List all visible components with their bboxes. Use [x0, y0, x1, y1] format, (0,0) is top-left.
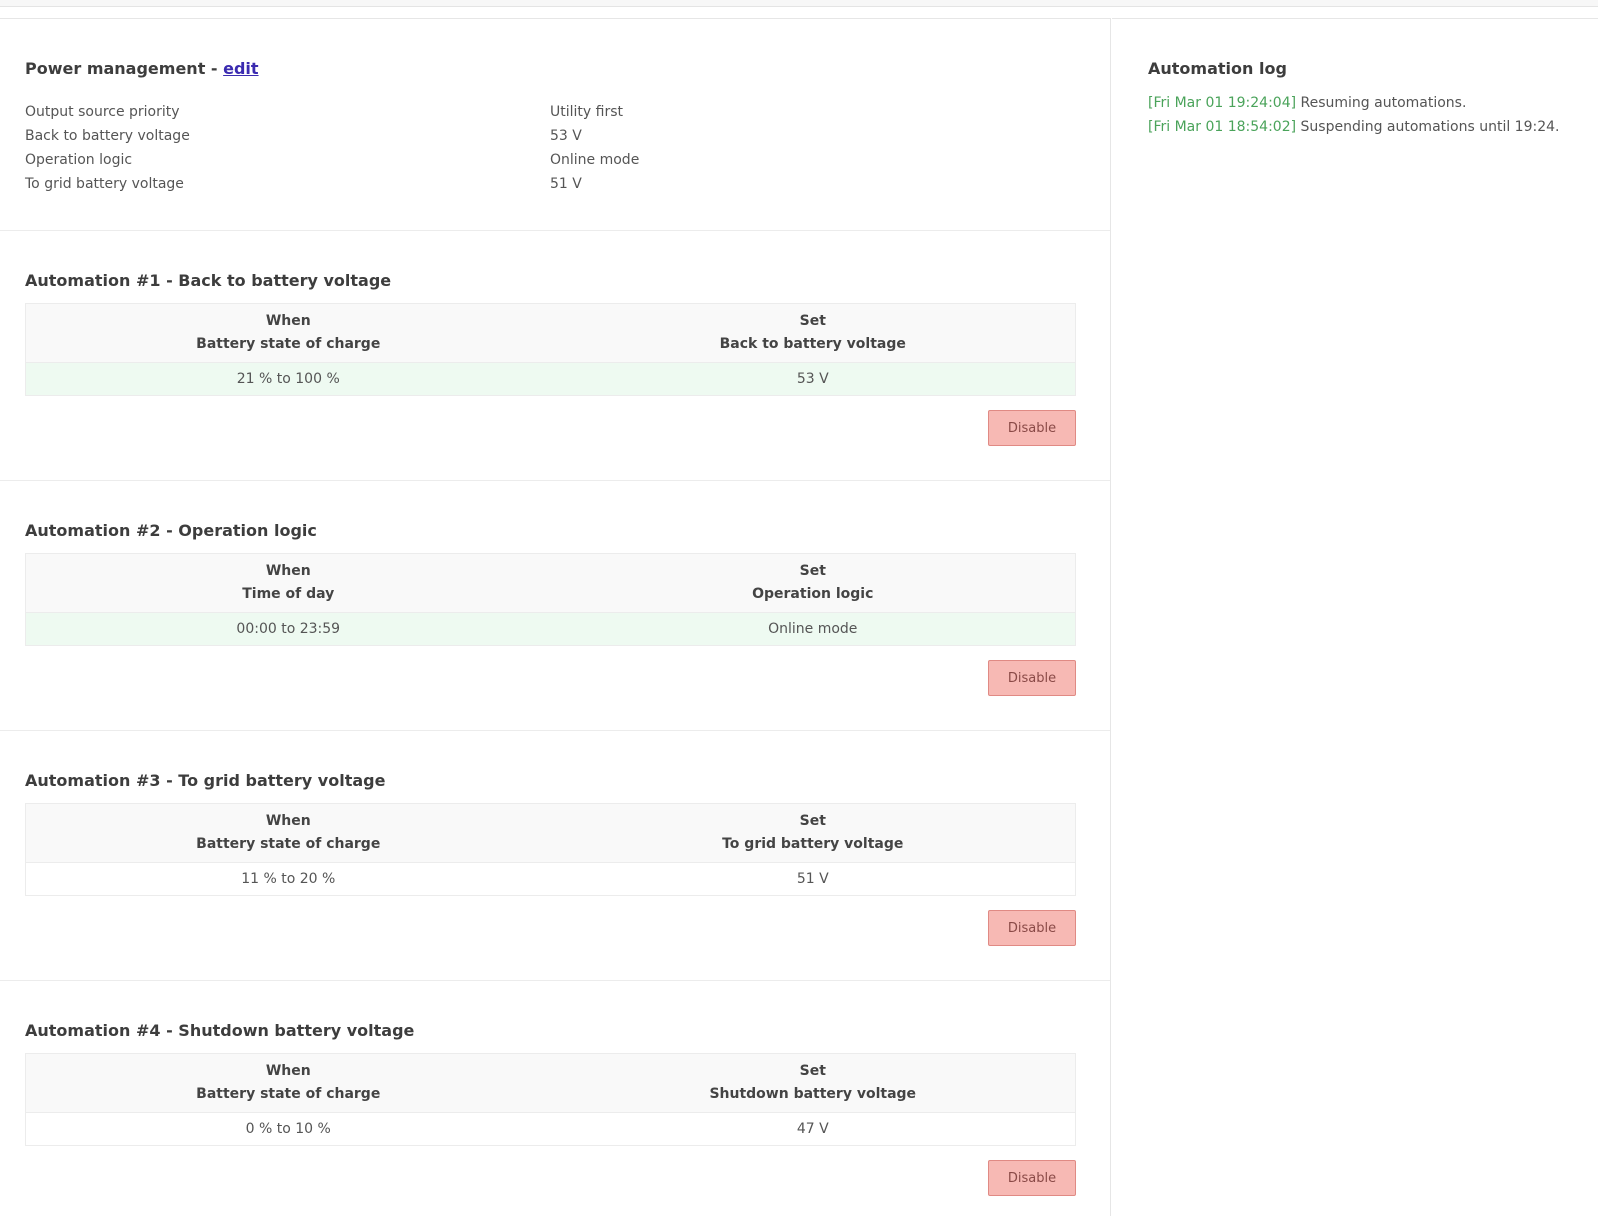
when-header: When Time of day — [25, 553, 551, 613]
set-target: Operation logic — [752, 586, 874, 602]
automation-title: Automation #2 - Operation logic — [25, 521, 317, 540]
log-message: Resuming automations. — [1296, 95, 1467, 111]
automation-title: Automation #1 - Back to battery voltage — [25, 271, 392, 290]
set-target: Back to battery voltage — [719, 336, 906, 352]
power-management-title-text: Power management - — [25, 59, 224, 78]
log-entry: [Fri Mar 01 19:24:04] Resuming automatio… — [1148, 91, 1559, 115]
automation-table: When Battery state of charge Set Back to… — [25, 303, 1076, 396]
set-target: To grid battery voltage — [722, 836, 904, 852]
when-condition: Battery state of charge — [196, 836, 381, 852]
log-entry: [Fri Mar 01 18:54:02] Suspending automat… — [1148, 115, 1559, 139]
set-header: Set Operation logic — [550, 553, 1076, 613]
top-bar — [0, 0, 1598, 7]
when-condition: Time of day — [242, 586, 335, 602]
setting-label: Output source priority — [25, 104, 180, 120]
set-target: Shutdown battery voltage — [709, 1086, 917, 1102]
disable-button[interactable]: Disable — [988, 660, 1076, 696]
automation-panel-4: Automation #4 - Shutdown battery voltage… — [0, 981, 1110, 1217]
setting-value: Utility first — [550, 104, 623, 120]
log-message: Suspending automations until 19:24. — [1296, 119, 1560, 135]
disable-button[interactable]: Disable — [988, 410, 1076, 446]
set-value: 53 V — [550, 362, 1076, 396]
set-label: Set — [799, 813, 826, 829]
set-value: 47 V — [550, 1112, 1076, 1146]
edit-link[interactable]: edit — [223, 59, 258, 78]
automation-log-list: [Fri Mar 01 19:24:04] Resuming automatio… — [1148, 91, 1559, 139]
set-label: Set — [799, 563, 826, 579]
when-value: 00:00 to 23:59 — [25, 612, 551, 646]
automation-log-panel: Automation log [Fri Mar 01 19:24:04] Res… — [1112, 18, 1598, 1216]
set-label: Set — [799, 313, 826, 329]
when-value: 0 % to 10 % — [25, 1112, 551, 1146]
setting-label: Operation logic — [25, 152, 133, 168]
log-timestamp: [Fri Mar 01 18:54:02] — [1148, 119, 1297, 135]
automation-header-row: When Battery state of charge Set Back to… — [25, 303, 1076, 363]
power-settings-list: Output source priority Utility first Bac… — [25, 101, 1075, 197]
disable-button[interactable]: Disable — [988, 910, 1076, 946]
setting-value: Online mode — [550, 152, 640, 168]
power-management-title: Power management - edit — [25, 59, 259, 78]
when-label: When — [265, 1063, 311, 1079]
automation-value-row: 0 % to 10 % 47 V — [25, 1112, 1076, 1146]
automation-value-row: 00:00 to 23:59 Online mode — [25, 612, 1076, 646]
automation-panel-3: Automation #3 - To grid battery voltage … — [0, 731, 1110, 981]
automation-title: Automation #4 - Shutdown battery voltage — [25, 1021, 415, 1040]
setting-label: To grid battery voltage — [25, 176, 184, 192]
setting-row: To grid battery voltage 51 V — [25, 173, 1075, 197]
when-condition: Battery state of charge — [196, 1086, 381, 1102]
set-header: Set To grid battery voltage — [550, 803, 1076, 863]
setting-row: Operation logic Online mode — [25, 149, 1075, 173]
setting-label: Back to battery voltage — [25, 128, 190, 144]
when-header: When Battery state of charge — [25, 1053, 551, 1113]
automation-title: Automation #3 - To grid battery voltage — [25, 771, 386, 790]
automation-header-row: When Time of day Set Operation logic — [25, 553, 1076, 613]
automation-log-title: Automation log — [1148, 59, 1287, 78]
when-header: When Battery state of charge — [25, 803, 551, 863]
automation-header-row: When Battery state of charge Set Shutdow… — [25, 1053, 1076, 1113]
automation-value-row: 11 % to 20 % 51 V — [25, 862, 1076, 896]
set-header: Set Back to battery voltage — [550, 303, 1076, 363]
setting-value: 53 V — [550, 128, 582, 144]
main-column: Power management - edit Output source pr… — [0, 18, 1111, 1216]
when-label: When — [265, 563, 311, 579]
when-condition: Battery state of charge — [196, 336, 381, 352]
automation-panel-1: Automation #1 - Back to battery voltage … — [0, 231, 1110, 481]
set-value: Online mode — [550, 612, 1076, 646]
when-label: When — [265, 313, 311, 329]
automation-value-row: 21 % to 100 % 53 V — [25, 362, 1076, 396]
automation-table: When Time of day Set Operation logic 00:… — [25, 553, 1076, 646]
automation-table: When Battery state of charge Set Shutdow… — [25, 1053, 1076, 1146]
set-header: Set Shutdown battery voltage — [550, 1053, 1076, 1113]
automation-table: When Battery state of charge Set To grid… — [25, 803, 1076, 896]
setting-value: 51 V — [550, 176, 582, 192]
log-timestamp: [Fri Mar 01 19:24:04] — [1148, 95, 1297, 111]
set-label: Set — [799, 1063, 826, 1079]
when-label: When — [265, 813, 311, 829]
automation-panel-2: Automation #2 - Operation logic When Tim… — [0, 481, 1110, 731]
when-value: 21 % to 100 % — [25, 362, 551, 396]
when-header: When Battery state of charge — [25, 303, 551, 363]
automation-header-row: When Battery state of charge Set To grid… — [25, 803, 1076, 863]
when-value: 11 % to 20 % — [25, 862, 551, 896]
setting-row: Output source priority Utility first — [25, 101, 1075, 125]
disable-button[interactable]: Disable — [988, 1160, 1076, 1196]
power-management-panel: Power management - edit Output source pr… — [0, 19, 1110, 231]
set-value: 51 V — [550, 862, 1076, 896]
setting-row: Back to battery voltage 53 V — [25, 125, 1075, 149]
